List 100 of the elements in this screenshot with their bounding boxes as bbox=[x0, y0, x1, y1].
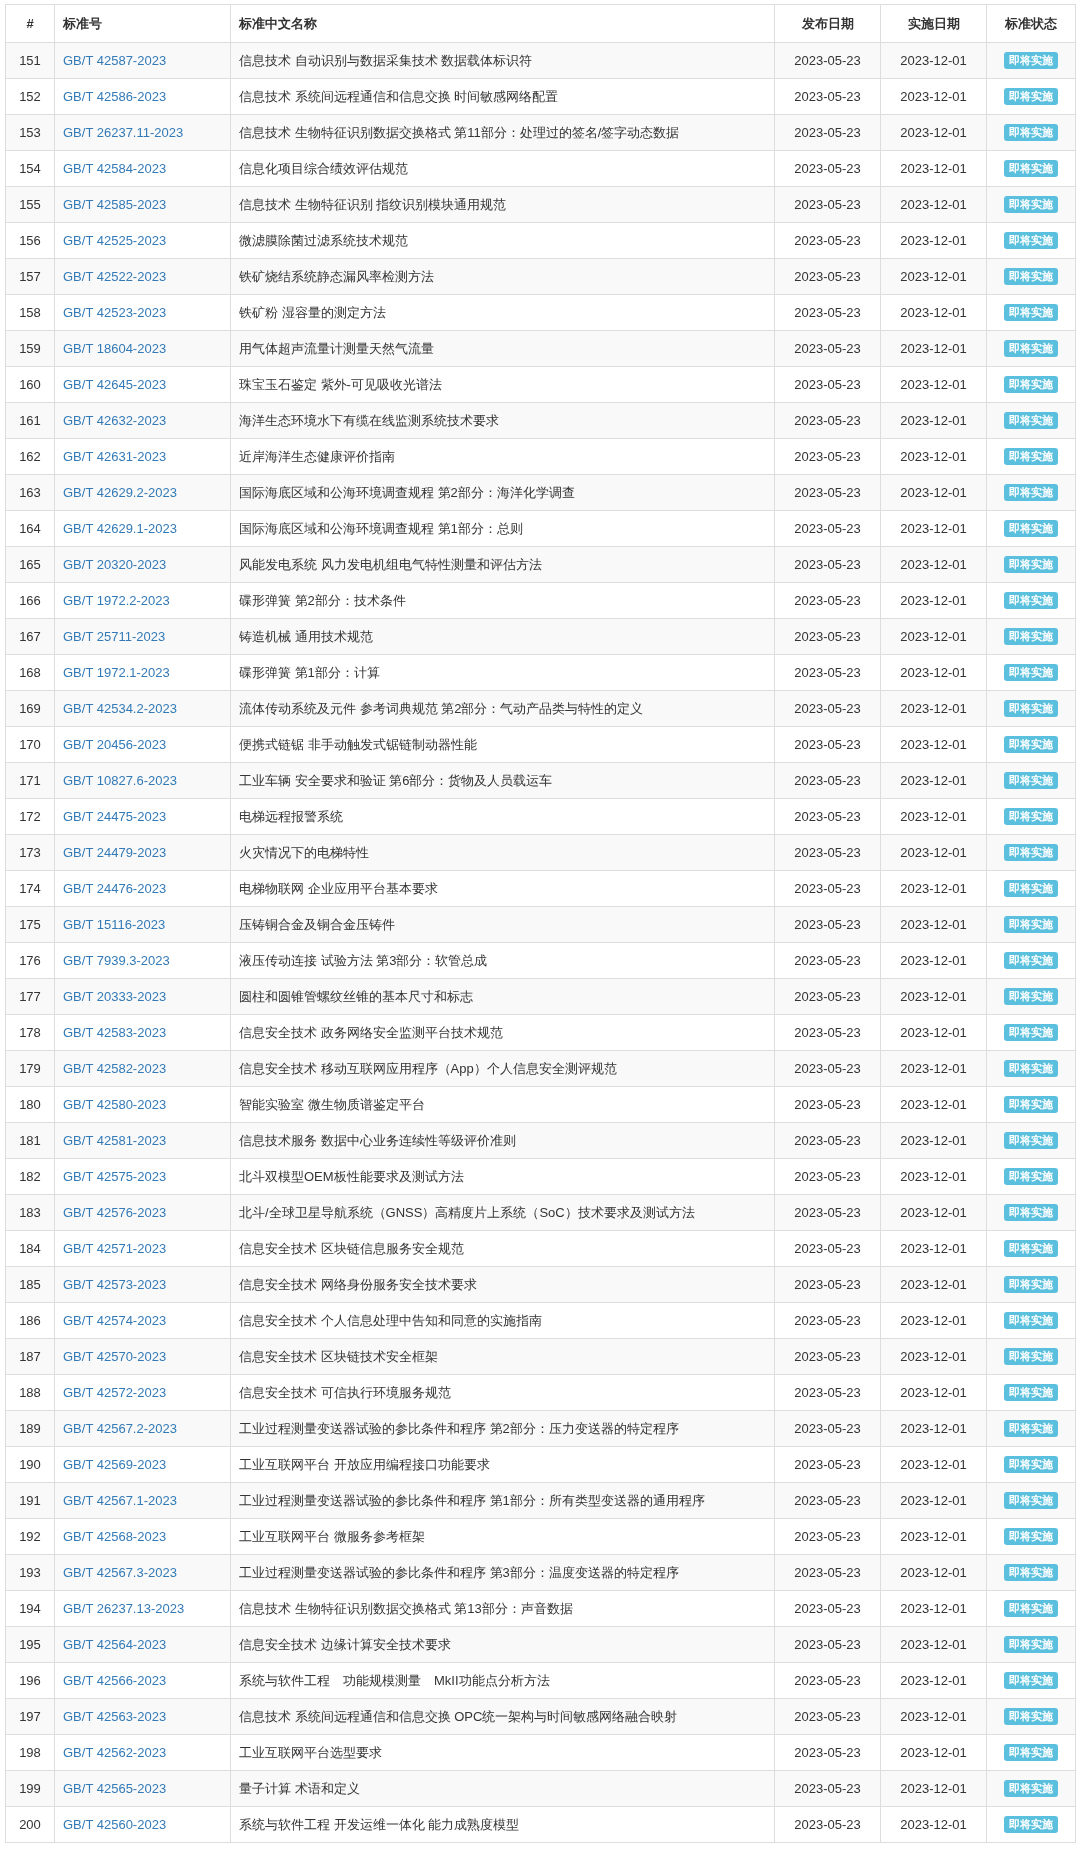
status-badge: 即将实施 bbox=[1004, 1744, 1058, 1761]
standard-name: 信息安全技术 区块链技术安全框架 bbox=[230, 1338, 775, 1375]
standard-name: 电梯物联网 企业应用平台基本要求 bbox=[230, 870, 775, 907]
status-badge: 即将实施 bbox=[1004, 1312, 1058, 1329]
publish-date: 2023-05-23 bbox=[774, 1590, 881, 1627]
status-badge: 即将实施 bbox=[1004, 1816, 1058, 1833]
status-badge: 即将实施 bbox=[1004, 1492, 1058, 1509]
status-badge: 即将实施 bbox=[1004, 520, 1058, 537]
row-number: 193 bbox=[5, 1554, 55, 1591]
status-badge: 即将实施 bbox=[1004, 412, 1058, 429]
publish-date: 2023-05-23 bbox=[774, 1158, 881, 1195]
column-header: 标准号 bbox=[54, 4, 231, 43]
status-badge: 即将实施 bbox=[1004, 1708, 1058, 1725]
publish-date: 2023-05-23 bbox=[774, 78, 881, 115]
standard-name: 国际海底区域和公海环境调查规程 第2部分：海洋化学调查 bbox=[230, 474, 775, 511]
publish-date: 2023-05-23 bbox=[774, 1230, 881, 1267]
status-badge: 即将实施 bbox=[1004, 1384, 1058, 1401]
effective-date: 2023-12-01 bbox=[880, 942, 987, 979]
status-badge: 即将实施 bbox=[1004, 916, 1058, 933]
effective-date: 2023-12-01 bbox=[880, 798, 987, 835]
publish-date: 2023-05-23 bbox=[774, 114, 881, 151]
column-header: 标准状态 bbox=[986, 4, 1076, 43]
effective-date: 2023-12-01 bbox=[880, 1518, 987, 1555]
effective-date: 2023-12-01 bbox=[880, 150, 987, 187]
effective-date: 2023-12-01 bbox=[880, 114, 987, 151]
row-number: 155 bbox=[5, 186, 55, 223]
standard-name: 铸造机械 通用技术规范 bbox=[230, 618, 775, 655]
row-number: 174 bbox=[5, 870, 55, 907]
row-number: 167 bbox=[5, 618, 55, 655]
publish-date: 2023-05-23 bbox=[774, 1374, 881, 1411]
row-number: 173 bbox=[5, 834, 55, 871]
row-number: 165 bbox=[5, 546, 55, 583]
standard-name: 量子计算 术语和定义 bbox=[230, 1770, 775, 1807]
effective-date: 2023-12-01 bbox=[880, 1482, 987, 1519]
row-number: 172 bbox=[5, 798, 55, 835]
publish-date: 2023-05-23 bbox=[774, 1086, 881, 1123]
row-number: 163 bbox=[5, 474, 55, 511]
standard-name: 信息安全技术 移动互联网应用程序（App）个人信息安全测评规范 bbox=[230, 1050, 775, 1087]
standard-name: 便携式链锯 非手动触发式锯链制动器性能 bbox=[230, 726, 775, 763]
row-number: 184 bbox=[5, 1230, 55, 1267]
row-number: 177 bbox=[5, 978, 55, 1015]
publish-date: 2023-05-23 bbox=[774, 654, 881, 691]
effective-date: 2023-12-01 bbox=[880, 1086, 987, 1123]
status-badge: 即将实施 bbox=[1004, 1204, 1058, 1221]
status-badge: 即将实施 bbox=[1004, 556, 1058, 573]
row-number: 156 bbox=[5, 222, 55, 259]
status-badge: 即将实施 bbox=[1004, 1672, 1058, 1689]
row-number: 186 bbox=[5, 1302, 55, 1339]
standard-name: 信息技术 生物特征识别数据交换格式 第11部分：处理过的签名/签字动态数据 bbox=[230, 114, 775, 151]
status-badge: 即将实施 bbox=[1004, 1348, 1058, 1365]
row-number: 183 bbox=[5, 1194, 55, 1231]
row-number: 166 bbox=[5, 582, 55, 619]
row-number: 158 bbox=[5, 294, 55, 331]
column-header: 标准中文名称 bbox=[230, 4, 775, 43]
effective-date: 2023-12-01 bbox=[880, 402, 987, 439]
status-badge: 即将实施 bbox=[1004, 736, 1058, 753]
standard-name: 碟形弹簧 第1部分：计算 bbox=[230, 654, 775, 691]
publish-date: 2023-05-23 bbox=[774, 1662, 881, 1699]
row-number: 169 bbox=[5, 690, 55, 727]
standard-name: 信息安全技术 政务网络安全监测平台技术规范 bbox=[230, 1014, 775, 1051]
row-number: 176 bbox=[5, 942, 55, 979]
effective-date: 2023-12-01 bbox=[880, 1302, 987, 1339]
row-number: 161 bbox=[5, 402, 55, 439]
standard-name: 信息技术 生物特征识别 指纹识别模块通用规范 bbox=[230, 186, 775, 223]
standard-name: 珠宝玉石鉴定 紫外-可见吸收光谱法 bbox=[230, 366, 775, 403]
row-number: 196 bbox=[5, 1662, 55, 1699]
publish-date: 2023-05-23 bbox=[774, 1410, 881, 1447]
standard-name: 电梯远程报警系统 bbox=[230, 798, 775, 835]
effective-date: 2023-12-01 bbox=[880, 906, 987, 943]
row-number: 179 bbox=[5, 1050, 55, 1087]
status-badge: 即将实施 bbox=[1004, 376, 1058, 393]
standard-name: 北斗/全球卫星导航系统（GNSS）高精度片上系统（SoC）技术要求及测试方法 bbox=[230, 1194, 775, 1231]
row-number: 168 bbox=[5, 654, 55, 691]
row-number: 197 bbox=[5, 1698, 55, 1735]
status-badge: 即将实施 bbox=[1004, 1168, 1058, 1185]
effective-date: 2023-12-01 bbox=[880, 366, 987, 403]
status-badge: 即将实施 bbox=[1004, 1528, 1058, 1545]
publish-date: 2023-05-23 bbox=[774, 510, 881, 547]
publish-date: 2023-05-23 bbox=[774, 1770, 881, 1807]
publish-date: 2023-05-23 bbox=[774, 1806, 881, 1843]
effective-date: 2023-12-01 bbox=[880, 330, 987, 367]
publish-date: 2023-05-23 bbox=[774, 1482, 881, 1519]
effective-date: 2023-12-01 bbox=[880, 1410, 987, 1447]
effective-date: 2023-12-01 bbox=[880, 546, 987, 583]
effective-date: 2023-12-01 bbox=[880, 1734, 987, 1771]
row-number: 195 bbox=[5, 1626, 55, 1663]
row-number: 189 bbox=[5, 1410, 55, 1447]
status-badge: 即将实施 bbox=[1004, 1564, 1058, 1581]
status-badge: 即将实施 bbox=[1004, 340, 1058, 357]
effective-date: 2023-12-01 bbox=[880, 1698, 987, 1735]
row-number: 185 bbox=[5, 1266, 55, 1303]
row-number: 175 bbox=[5, 906, 55, 943]
effective-date: 2023-12-01 bbox=[880, 1122, 987, 1159]
effective-date: 2023-12-01 bbox=[880, 1374, 987, 1411]
status-badge: 即将实施 bbox=[1004, 844, 1058, 861]
publish-date: 2023-05-23 bbox=[774, 258, 881, 295]
standard-name: 风能发电系统 风力发电机组电气特性测量和评估方法 bbox=[230, 546, 775, 583]
standard-name: 压铸铜合金及铜合金压铸件 bbox=[230, 906, 775, 943]
effective-date: 2023-12-01 bbox=[880, 42, 987, 79]
status-badge: 即将实施 bbox=[1004, 232, 1058, 249]
